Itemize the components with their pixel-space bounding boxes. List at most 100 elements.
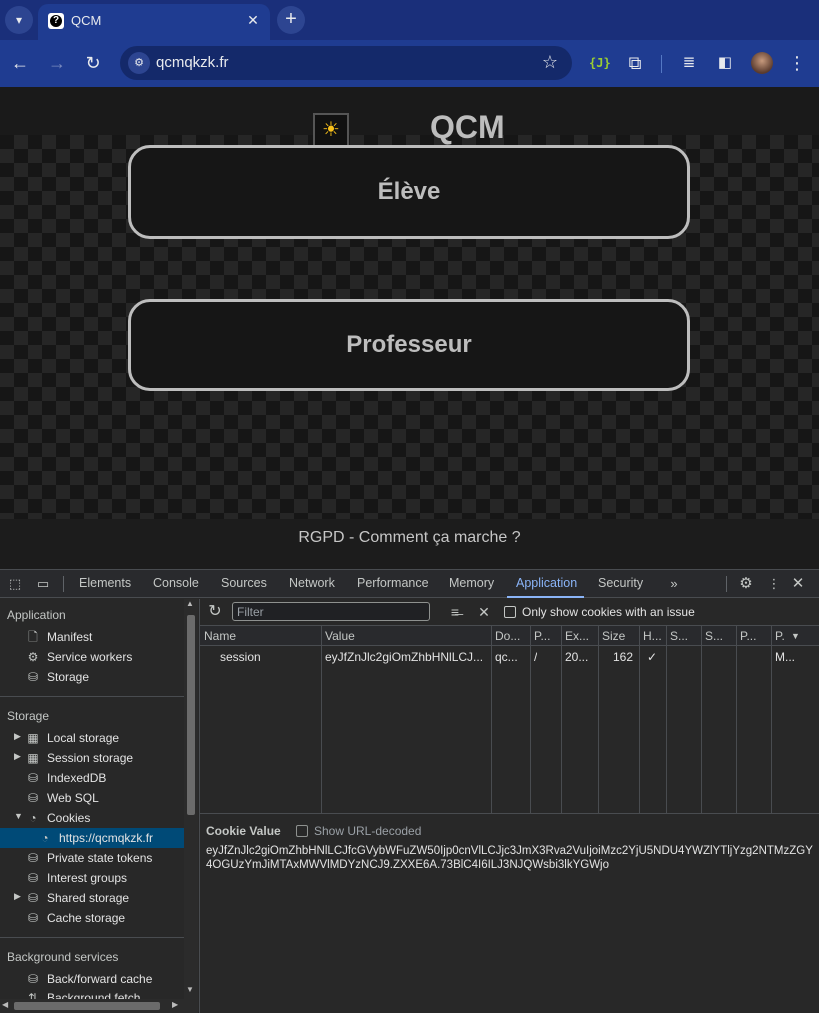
theme-toggle-sun-icon[interactable]: ☀ bbox=[313, 113, 349, 147]
kebab-menu-icon[interactable]: ⋮ bbox=[785, 51, 809, 75]
cell-name[interactable]: session bbox=[220, 650, 261, 664]
sidebar-item-web-sql[interactable]: ⛁ Web SQL bbox=[0, 788, 184, 808]
scroll-up-arrow-icon[interactable]: ▲ bbox=[186, 599, 194, 608]
json-extension-icon[interactable]: {J} bbox=[589, 53, 611, 73]
tab-application[interactable]: Application bbox=[516, 576, 577, 590]
show-url-decoded-checkbox[interactable] bbox=[296, 825, 308, 837]
close-tab-icon[interactable]: ✕ bbox=[244, 11, 262, 29]
cell-domain[interactable]: qc... bbox=[495, 650, 518, 664]
sidebar-item-interest-groups[interactable]: ⛁ Interest groups bbox=[0, 868, 184, 888]
close-devtools-icon[interactable]: ✕ bbox=[789, 575, 807, 593]
browser-tab[interactable]: ? QCM ✕ bbox=[38, 4, 270, 40]
sidebar-item-private-state-tokens[interactable]: ⛁ Private state tokens bbox=[0, 848, 184, 868]
column-divider bbox=[530, 626, 531, 814]
new-tab-button[interactable]: + bbox=[277, 6, 305, 34]
sidebar-item-back-forward-cache[interactable]: ⛁ Back/forward cache bbox=[0, 969, 184, 989]
forward-arrow-icon[interactable]: → bbox=[45, 51, 69, 75]
scrollbar-thumb[interactable] bbox=[187, 615, 195, 815]
expand-arrow-icon[interactable]: ▶ bbox=[14, 891, 21, 902]
eleve-button[interactable]: Élève bbox=[128, 145, 690, 239]
devtools-menu-icon[interactable]: ⋮ bbox=[765, 575, 783, 593]
site-info-icon[interactable]: ⚙ bbox=[128, 52, 150, 74]
sidebar-item-service-workers[interactable]: ⚙ Service workers bbox=[0, 647, 184, 667]
scroll-right-arrow-icon[interactable]: ▶ bbox=[172, 1000, 178, 1009]
tab-performance[interactable]: Performance bbox=[357, 576, 429, 590]
media-control-icon[interactable]: ≣ bbox=[677, 51, 701, 75]
tab-search-chevron-icon[interactable]: ▾ bbox=[5, 6, 33, 34]
profile-avatar[interactable] bbox=[751, 52, 773, 74]
extensions-puzzle-icon[interactable]: ⧉ bbox=[623, 51, 647, 75]
sidebar-item-indexeddb[interactable]: ⛁ IndexedDB bbox=[0, 768, 184, 788]
column-header-secure[interactable]: S... bbox=[670, 629, 688, 643]
sidebar-item-manifest[interactable]: 🗋 Manifest bbox=[0, 627, 184, 647]
sidebar-item-cache-storage[interactable]: ⛁ Cache storage bbox=[0, 908, 184, 928]
table-grid-icon: ▦ bbox=[27, 751, 39, 765]
column-header-httponly[interactable]: H... bbox=[643, 629, 662, 643]
column-header-partition[interactable]: P... bbox=[740, 629, 756, 643]
tab-network[interactable]: Network bbox=[289, 576, 335, 590]
cell-path[interactable]: / bbox=[534, 650, 537, 664]
column-header-path[interactable]: P... bbox=[534, 629, 550, 643]
inspect-element-icon[interactable]: ⬚ bbox=[6, 575, 24, 593]
rgpd-link[interactable]: RGPD - Comment ça marche ? bbox=[0, 529, 819, 547]
column-header-priority[interactable]: P. bbox=[775, 629, 785, 643]
sort-descending-icon[interactable]: ▼ bbox=[791, 631, 800, 641]
back-arrow-icon[interactable]: ← bbox=[8, 51, 32, 75]
table-grid-icon: ▦ bbox=[27, 731, 39, 745]
cell-expires[interactable]: 20... bbox=[565, 650, 588, 664]
column-divider bbox=[321, 626, 322, 814]
browser-toolbar: ← → ↻ ⚙ qcmqkzk.fr ☆ {J} ⧉ ≣ ◧ ⋮ bbox=[0, 40, 819, 87]
database-icon: ⛁ bbox=[27, 891, 39, 905]
tab-memory[interactable]: Memory bbox=[449, 576, 494, 590]
cell-priority[interactable]: M... bbox=[775, 650, 795, 664]
tab-elements[interactable]: Elements bbox=[79, 576, 131, 590]
settings-gear-icon[interactable]: ⚙ bbox=[737, 575, 755, 593]
delete-selected-icon[interactable]: ✕ bbox=[475, 603, 493, 621]
cookies-toolbar: ↻ ≡̶ ✕ Only show cookies with an issue bbox=[200, 599, 819, 626]
column-header-domain[interactable]: Do... bbox=[495, 629, 520, 643]
tabbar-divider bbox=[726, 576, 727, 592]
sidebar-item-shared-storage[interactable]: ▶ ⛁ Shared storage bbox=[0, 888, 184, 908]
column-divider bbox=[639, 626, 640, 814]
address-bar[interactable]: ⚙ qcmqkzk.fr ☆ bbox=[120, 46, 572, 80]
bookmark-star-icon[interactable]: ☆ bbox=[542, 52, 558, 73]
cookie-value-text[interactable]: eyJfZnJlc2giOmZhbHNlLCJfcGVybWFuZW50Ijp0… bbox=[206, 844, 816, 872]
scroll-left-arrow-icon[interactable]: ◀ bbox=[2, 1000, 8, 1009]
expand-arrow-icon[interactable]: ▶ bbox=[14, 751, 21, 762]
devtools-panel: ⬚ ▭ Elements Console Sources Network Per… bbox=[0, 569, 819, 1013]
sidebar-item-storage[interactable]: ⛁ Storage bbox=[0, 667, 184, 687]
sidebar-header-background-services: Background services bbox=[7, 950, 119, 964]
tab-console[interactable]: Console bbox=[153, 576, 199, 590]
scroll-down-arrow-icon[interactable]: ▼ bbox=[186, 985, 194, 994]
sidebar-item-background-fetch[interactable]: ⇅ Background fetch bbox=[0, 988, 184, 999]
more-tabs-chevron-icon[interactable]: » bbox=[665, 575, 683, 593]
column-header-name[interactable]: Name bbox=[204, 629, 236, 643]
column-header-size[interactable]: Size bbox=[602, 629, 625, 643]
collapse-arrow-icon[interactable]: ▼ bbox=[14, 811, 23, 821]
expand-arrow-icon[interactable]: ▶ bbox=[14, 731, 21, 742]
column-header-expires[interactable]: Ex... bbox=[565, 629, 589, 643]
sidebar-horizontal-scrollbar[interactable]: ◀ ▶ bbox=[0, 999, 198, 1013]
sidebar-item-local-storage[interactable]: ▶ ▦ Local storage bbox=[0, 728, 184, 748]
clear-filtered-cookies-icon[interactable]: ≡̶ bbox=[446, 603, 464, 621]
cell-value[interactable]: eyJfZnJlc2giOmZhbHNlLCJ... bbox=[325, 650, 487, 664]
url-text[interactable]: qcmqkzk.fr bbox=[156, 54, 229, 71]
side-panel-icon[interactable]: ◧ bbox=[713, 51, 737, 75]
cell-httponly[interactable]: ✓ bbox=[647, 650, 657, 664]
sidebar-vertical-scrollbar[interactable]: ▲ ▼ bbox=[184, 599, 198, 999]
cell-size[interactable]: 162 bbox=[613, 650, 633, 664]
sidebar-item-cookies[interactable]: ▼ ◔ Cookies bbox=[0, 808, 184, 828]
scrollbar-thumb[interactable] bbox=[14, 1002, 160, 1010]
sidebar-item-cookie-origin[interactable]: ◔ https://qcmqkzk.fr bbox=[0, 828, 184, 848]
filter-input[interactable] bbox=[232, 602, 430, 621]
reload-icon[interactable]: ↻ bbox=[81, 51, 105, 75]
only-issues-checkbox[interactable] bbox=[504, 606, 516, 618]
tab-security[interactable]: Security bbox=[598, 576, 643, 590]
sidebar-item-session-storage[interactable]: ▶ ▦ Session storage bbox=[0, 748, 184, 768]
column-header-samesite[interactable]: S... bbox=[705, 629, 723, 643]
tab-sources[interactable]: Sources bbox=[221, 576, 267, 590]
professeur-button[interactable]: Professeur bbox=[128, 299, 690, 391]
column-header-value[interactable]: Value bbox=[325, 629, 355, 643]
device-toolbar-icon[interactable]: ▭ bbox=[34, 575, 52, 593]
refresh-icon[interactable]: ↻ bbox=[206, 603, 224, 621]
